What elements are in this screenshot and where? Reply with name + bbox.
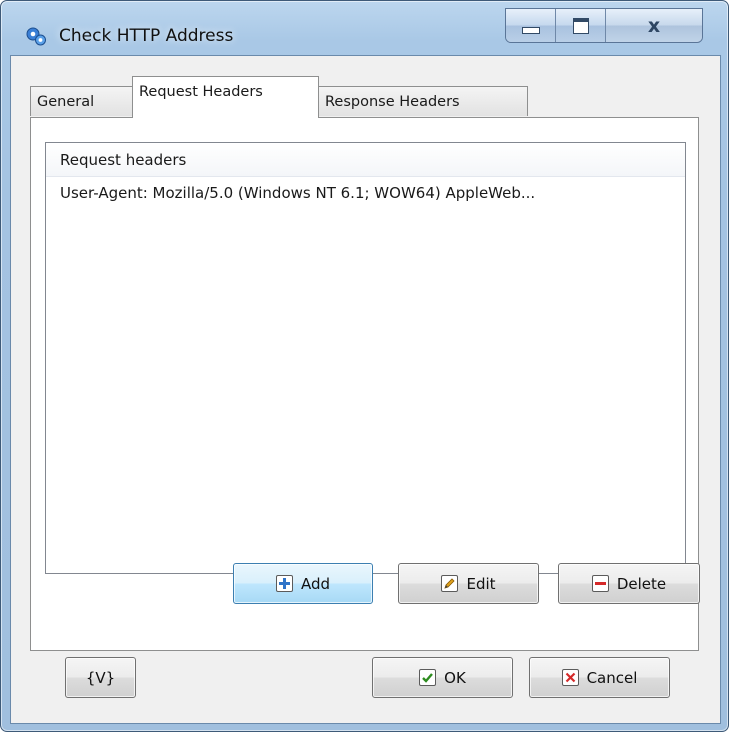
minus-icon [591, 575, 609, 592]
dialog-window: Check HTTP Address x General Request Hea… [0, 0, 729, 732]
maximize-button[interactable] [556, 9, 606, 42]
variables-button[interactable]: {V} [65, 657, 136, 698]
tab-response-headers[interactable]: Response Headers [318, 86, 528, 116]
request-headers-panel: Request headers User-Agent: Mozilla/5.0 … [30, 117, 700, 651]
pencil-icon [441, 575, 459, 592]
tab-general[interactable]: General [30, 86, 133, 116]
edit-button[interactable]: Edit [398, 563, 539, 604]
delete-button-label: Delete [616, 574, 667, 593]
delete-button[interactable]: Delete [558, 563, 700, 604]
edit-button-label: Edit [466, 574, 496, 593]
tab-request-headers[interactable]: Request Headers [132, 76, 319, 118]
list-item[interactable]: User-Agent: Mozilla/5.0 (Windows NT 6.1;… [46, 177, 685, 209]
list-column-header[interactable]: Request headers [46, 143, 685, 177]
x-icon [561, 669, 579, 686]
caption-buttons: x [505, 8, 703, 43]
minimize-button[interactable] [506, 9, 556, 42]
ok-button-label: OK [444, 668, 466, 687]
close-icon: x [647, 14, 661, 37]
window-title: Check HTTP Address [59, 26, 234, 46]
cancel-button[interactable]: Cancel [529, 657, 670, 698]
variables-button-label: {V} [85, 668, 116, 687]
gears-icon [25, 25, 47, 47]
minimize-icon [521, 27, 540, 34]
plus-icon [275, 575, 293, 592]
request-headers-list[interactable]: Request headers User-Agent: Mozilla/5.0 … [45, 142, 686, 574]
cancel-button-label: Cancel [586, 668, 638, 687]
close-button[interactable]: x [606, 9, 702, 42]
title-bar[interactable]: Check HTTP Address x [1, 1, 728, 55]
dialog-client-area: General Request Headers Response Headers… [10, 55, 721, 724]
add-button[interactable]: Add [233, 563, 373, 604]
add-button-label: Add [300, 574, 331, 593]
maximize-icon [572, 17, 589, 34]
ok-button[interactable]: OK [372, 657, 513, 698]
checkmark-icon [419, 669, 437, 686]
